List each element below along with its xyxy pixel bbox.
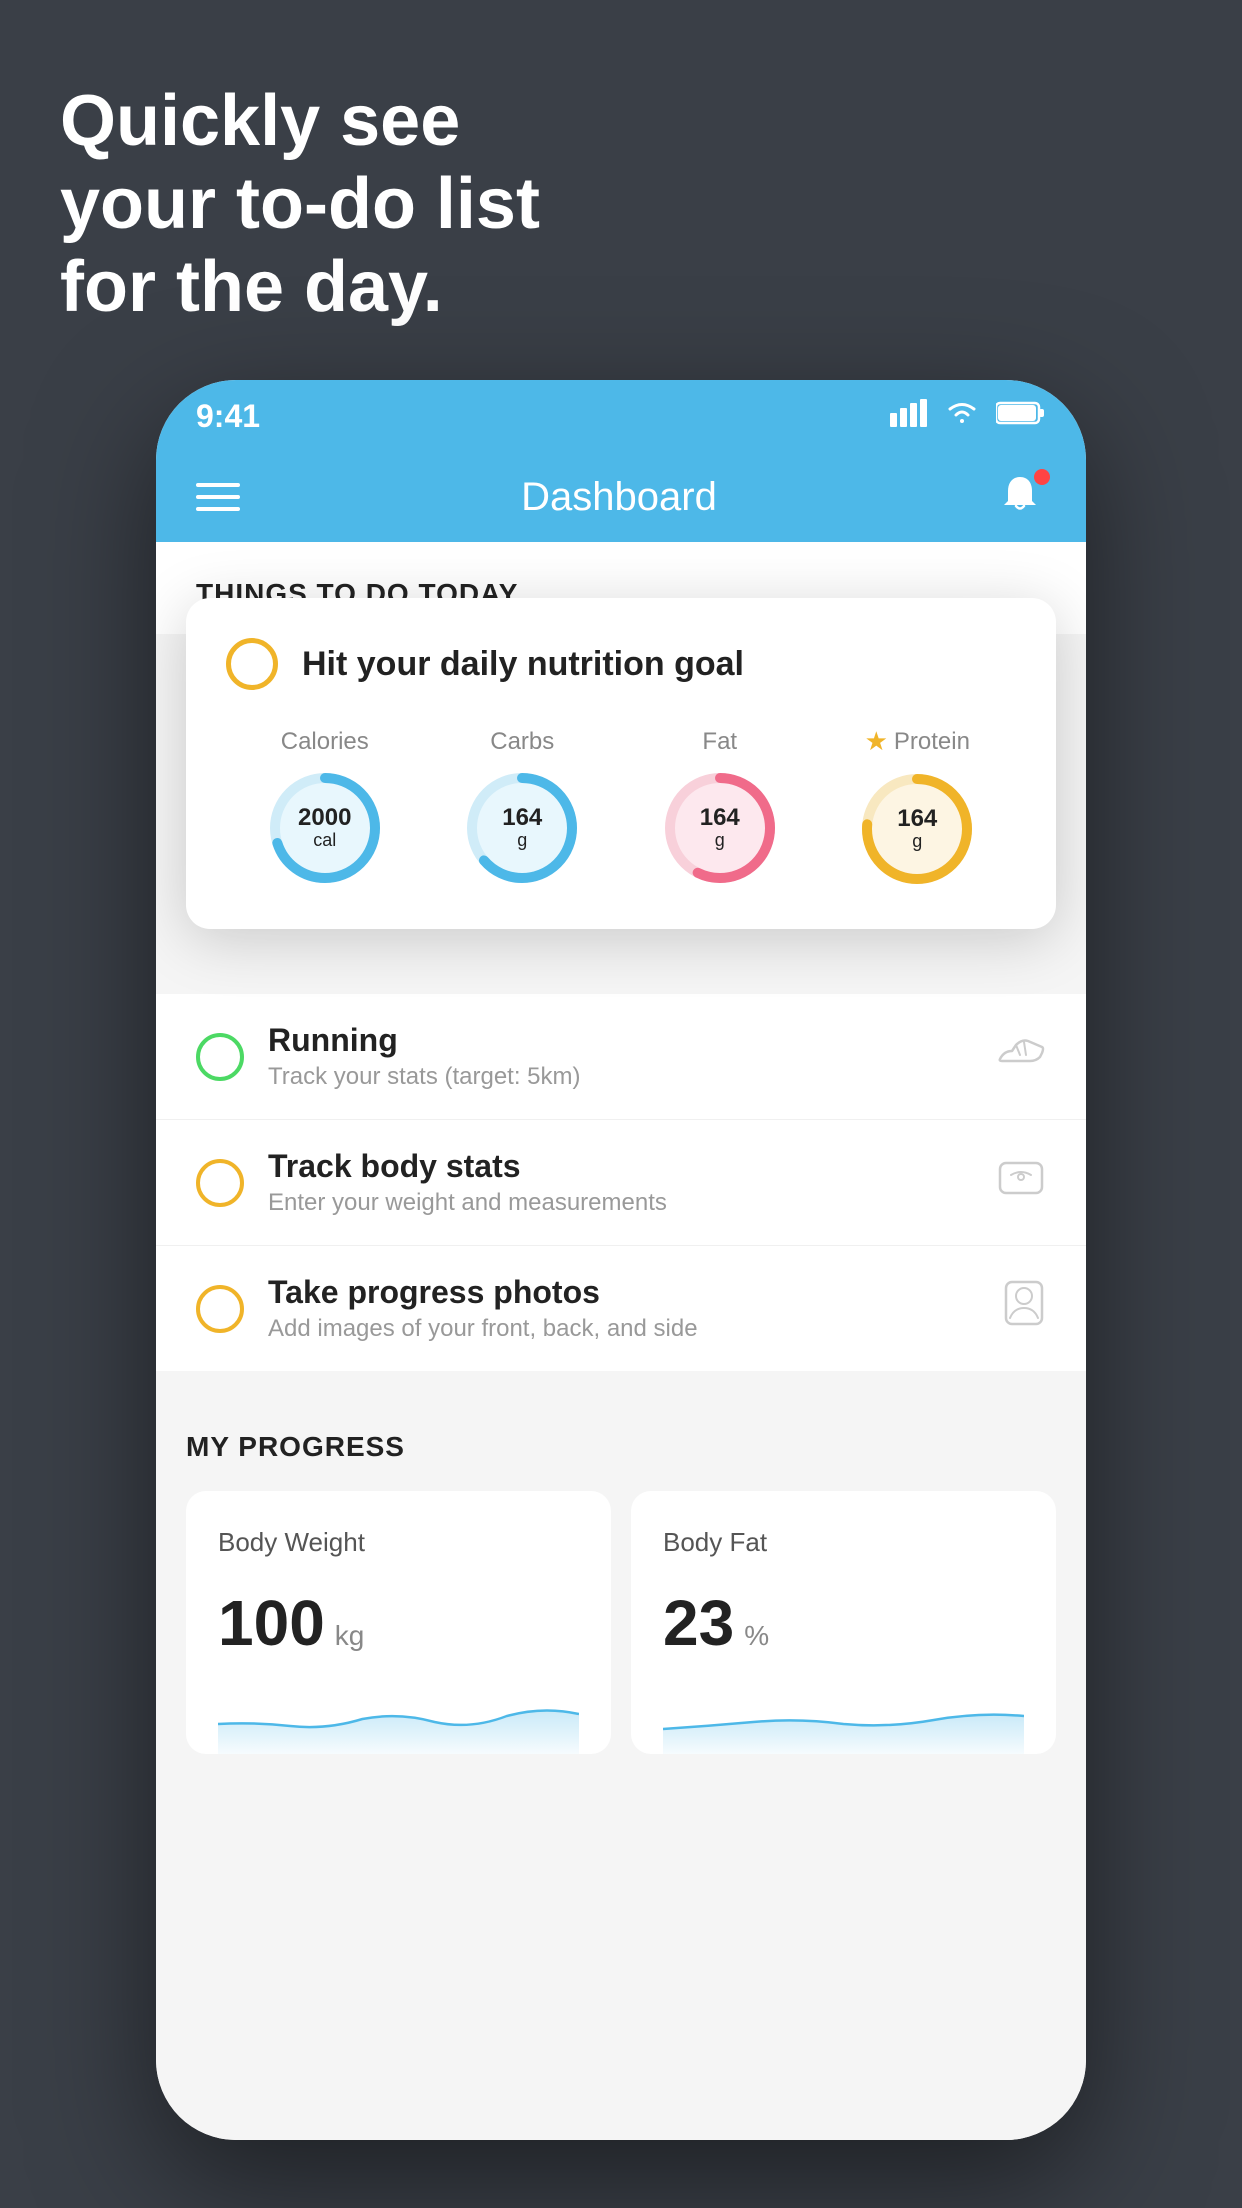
body-fat-number: 23 bbox=[663, 1586, 734, 1660]
body-fat-title: Body Fat bbox=[663, 1527, 1024, 1558]
my-progress-section: MY PROGRESS Body Weight 100 kg bbox=[156, 1391, 1086, 1754]
nav-title: Dashboard bbox=[521, 475, 717, 520]
progress-photos-desc: Add images of your front, back, and side bbox=[268, 1315, 978, 1343]
fat-stat: Fat 164 g bbox=[660, 728, 780, 888]
progress-photos-name: Take progress photos bbox=[268, 1274, 978, 1311]
body-fat-value: 23 % bbox=[663, 1586, 1024, 1660]
nutrition-stats: Calories 2000 cal bbox=[226, 726, 1016, 889]
body-weight-value: 100 kg bbox=[218, 1586, 579, 1660]
status-bar: 9:41 bbox=[156, 380, 1086, 452]
nutrition-card-header: Hit your daily nutrition goal bbox=[226, 638, 1016, 690]
battery-icon bbox=[996, 400, 1046, 433]
status-icons bbox=[890, 399, 1046, 434]
todo-check-circle[interactable] bbox=[226, 638, 278, 690]
running-text: Running Track your stats (target: 5km) bbox=[268, 1022, 972, 1091]
protein-stat: ★ Protein 164 g bbox=[857, 726, 977, 889]
calories-value: 2000 cal bbox=[298, 804, 351, 850]
scale-icon bbox=[996, 1155, 1046, 1210]
nav-bar: Dashboard bbox=[156, 452, 1086, 542]
nutrition-card: Hit your daily nutrition goal Calories 2… bbox=[186, 598, 1056, 929]
body-weight-number: 100 bbox=[218, 1586, 325, 1660]
carbs-label: Carbs bbox=[490, 728, 554, 756]
body-stats-name: Track body stats bbox=[268, 1148, 972, 1185]
progress-photos-text: Take progress photos Add images of your … bbox=[268, 1274, 978, 1343]
body-fat-card[interactable]: Body Fat 23 % bbox=[631, 1491, 1056, 1754]
calories-stat: Calories 2000 cal bbox=[265, 728, 385, 888]
running-check-circle[interactable] bbox=[196, 1033, 244, 1081]
todo-running[interactable]: Running Track your stats (target: 5km) bbox=[156, 994, 1086, 1120]
signal-icon bbox=[890, 399, 928, 434]
protein-value: 164 g bbox=[897, 806, 937, 852]
calories-ring: 2000 cal bbox=[265, 768, 385, 888]
body-weight-card[interactable]: Body Weight 100 kg bbox=[186, 1491, 611, 1754]
phone-content: THINGS TO DO TODAY Hit your daily nutrit… bbox=[156, 542, 1086, 2140]
star-icon: ★ bbox=[865, 726, 888, 757]
nutrition-card-title: Hit your daily nutrition goal bbox=[302, 645, 744, 684]
protein-label: ★ Protein bbox=[865, 726, 970, 757]
headline: Quickly see your to-do list for the day. bbox=[60, 80, 540, 328]
body-stats-text: Track body stats Enter your weight and m… bbox=[268, 1148, 972, 1217]
body-fat-unit: % bbox=[744, 1620, 769, 1652]
carbs-value: 164 g bbox=[502, 804, 542, 850]
person-icon bbox=[1002, 1278, 1046, 1339]
todo-list: Running Track your stats (target: 5km) T… bbox=[156, 994, 1086, 1371]
protein-ring: 164 g bbox=[857, 769, 977, 889]
notification-dot bbox=[1034, 469, 1050, 485]
calories-label: Calories bbox=[281, 728, 369, 756]
phone-frame: 9:41 bbox=[156, 380, 1086, 2140]
body-weight-title: Body Weight bbox=[218, 1527, 579, 1558]
todo-progress-photos[interactable]: Take progress photos Add images of your … bbox=[156, 1246, 1086, 1371]
body-weight-unit: kg bbox=[335, 1620, 365, 1652]
progress-photos-check-circle[interactable] bbox=[196, 1285, 244, 1333]
body-fat-chart bbox=[663, 1684, 1024, 1754]
body-stats-check-circle[interactable] bbox=[196, 1159, 244, 1207]
carbs-ring: 164 g bbox=[462, 768, 582, 888]
status-time: 9:41 bbox=[196, 398, 260, 435]
fat-ring: 164 g bbox=[660, 768, 780, 888]
wifi-icon bbox=[944, 399, 980, 434]
carbs-stat: Carbs 164 g bbox=[462, 728, 582, 888]
my-progress-title: MY PROGRESS bbox=[186, 1431, 1056, 1463]
fat-label: Fat bbox=[702, 728, 737, 756]
bell-icon[interactable] bbox=[998, 473, 1046, 521]
running-desc: Track your stats (target: 5km) bbox=[268, 1063, 972, 1091]
running-name: Running bbox=[268, 1022, 972, 1059]
hamburger-menu-icon[interactable] bbox=[196, 483, 240, 511]
fat-value: 164 g bbox=[700, 804, 740, 850]
body-weight-chart bbox=[218, 1684, 579, 1754]
todo-body-stats[interactable]: Track body stats Enter your weight and m… bbox=[156, 1120, 1086, 1246]
body-stats-desc: Enter your weight and measurements bbox=[268, 1189, 972, 1217]
progress-cards: Body Weight 100 kg bbox=[186, 1491, 1056, 1754]
shoe-icon bbox=[996, 1031, 1046, 1082]
